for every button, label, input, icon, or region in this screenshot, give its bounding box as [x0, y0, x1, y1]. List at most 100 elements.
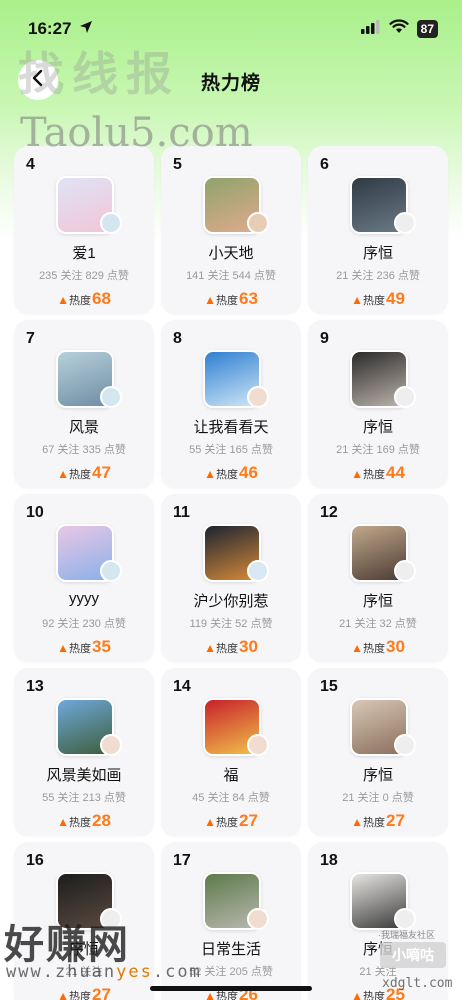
heat-value: 63 — [238, 289, 258, 308]
heat-label: 热度 — [362, 295, 385, 307]
ranking-card[interactable]: 5 小天地 141 关注 544 点赞 ▲热度63 — [161, 146, 301, 314]
location-arrow-icon — [78, 19, 94, 40]
ranking-grid: 4 爱1 235 关注 829 点赞 ▲热度68 5 小天地 141 关注 544 点赞 ▲热… — [14, 146, 448, 1000]
small-avatar-badge — [394, 734, 416, 756]
rank-number: 11 — [173, 504, 190, 521]
user-name: 日常生活 — [200, 941, 261, 958]
heat-score: ▲热度35 — [14, 637, 154, 657]
fire-icon: ▲ — [351, 293, 363, 307]
ranking-card[interactable]: 10 yyyy 92 关注 230 点赞 ▲热度35 — [14, 494, 154, 662]
heat-label: 热度 — [215, 643, 238, 655]
watermark-url: xdglt.com — [382, 976, 453, 991]
ranking-card[interactable]: 14 福 45 关注 84 点赞 ▲热度27 — [161, 668, 301, 836]
heat-value: 27 — [385, 811, 405, 830]
ranking-card[interactable]: 4 爱1 235 关注 829 点赞 ▲热度68 — [14, 146, 154, 314]
home-indicator[interactable] — [150, 986, 312, 991]
user-name: 风景 — [68, 419, 99, 436]
heat-label: 热度 — [215, 991, 238, 1000]
small-avatar-badge — [247, 386, 269, 408]
heat-value: 27 — [238, 811, 258, 830]
rank-number: 7 — [26, 330, 35, 347]
rank-number: 15 — [320, 678, 338, 695]
watermark-url-part: .com — [152, 962, 202, 982]
fire-icon: ▲ — [57, 989, 69, 1000]
small-avatar-badge — [394, 908, 416, 930]
rank-number: 10 — [26, 504, 44, 521]
heat-value: 44 — [385, 463, 405, 482]
ranking-card[interactable]: 9 序恒 21 关注 169 点赞 ▲热度44 — [308, 320, 448, 488]
user-name: 福 — [223, 767, 239, 784]
wifi-icon — [389, 19, 409, 39]
fire-icon: ▲ — [57, 293, 69, 307]
user-name: 爱1 — [72, 245, 96, 262]
rank-number: 6 — [320, 156, 329, 173]
watermark-url: www.zhuanyes.com — [6, 962, 202, 982]
user-name: 风景美如画 — [46, 767, 122, 784]
small-avatar-badge — [100, 734, 122, 756]
watermark-url-part: www.zhuan — [6, 962, 117, 982]
user-stats: 55 关注 213 点赞 — [42, 792, 126, 804]
user-name: yyyy — [69, 590, 99, 607]
fire-icon: ▲ — [351, 467, 363, 481]
heat-value: 30 — [385, 637, 405, 656]
user-stats: 21 关注 0 点赞 — [342, 792, 414, 804]
fire-icon: ▲ — [204, 293, 216, 307]
user-stats: 21 关注 32 点赞 — [339, 618, 417, 630]
user-stats: 119 关注 52 点赞 — [189, 618, 273, 630]
small-avatar-badge — [100, 386, 122, 408]
heat-value: 27 — [91, 985, 111, 1000]
rank-number: 9 — [320, 330, 329, 347]
rank-number: 13 — [26, 678, 44, 695]
heat-score: ▲热度27 — [308, 811, 448, 831]
watermark-text: Taolu5.com — [20, 110, 253, 156]
heat-score: ▲热度30 — [308, 637, 448, 657]
ranking-card[interactable]: 13 风景美如画 55 关注 213 点赞 ▲热度28 — [14, 668, 154, 836]
small-avatar-badge — [100, 560, 122, 582]
user-name: 序恒 — [362, 767, 393, 784]
ranking-card[interactable]: 15 序恒 21 关注 0 点赞 ▲热度27 — [308, 668, 448, 836]
fire-icon: ▲ — [204, 815, 216, 829]
rank-number: 5 — [173, 156, 182, 173]
ranking-card[interactable]: 8 让我看看天 55 关注 165 点赞 ▲热度46 — [161, 320, 301, 488]
small-avatar-badge — [247, 734, 269, 756]
user-stats: 235 关注 829 点赞 — [39, 270, 129, 282]
heat-label: 热度 — [215, 469, 238, 481]
user-stats: 21 关注 169 点赞 — [336, 444, 420, 456]
fire-icon: ▲ — [351, 989, 363, 1000]
heat-value: 30 — [238, 637, 258, 656]
small-avatar-badge — [394, 212, 416, 234]
heat-label: 热度 — [362, 991, 385, 1000]
heat-value: 35 — [91, 637, 111, 656]
watermark-badge: 小嘀咕 — [380, 942, 446, 968]
heat-label: 热度 — [362, 817, 385, 829]
user-name: 让我看看天 — [193, 419, 269, 436]
heat-label: 热度 — [215, 295, 238, 307]
watermark-text: 找线报 — [18, 47, 180, 101]
rank-number: 14 — [173, 678, 191, 695]
small-avatar-badge — [247, 908, 269, 930]
battery-indicator: 87 — [416, 20, 438, 38]
heat-label: 热度 — [68, 991, 91, 1000]
fire-icon: ▲ — [57, 815, 69, 829]
heat-label: 热度 — [362, 469, 385, 481]
rank-number: 12 — [320, 504, 338, 521]
fire-icon: ▲ — [351, 815, 363, 829]
heat-label: 热度 — [68, 643, 91, 655]
ranking-card[interactable]: 11 沪少你别惹 119 关注 52 点赞 ▲热度30 — [161, 494, 301, 662]
ranking-card[interactable]: 6 序恒 21 关注 236 点赞 ▲热度49 — [308, 146, 448, 314]
ranking-card[interactable]: 12 序恒 21 关注 32 点赞 ▲热度30 — [308, 494, 448, 662]
heat-label: 热度 — [68, 469, 91, 481]
heat-score: ▲热度30 — [161, 637, 301, 657]
heat-label: 热度 — [68, 295, 91, 307]
ranking-card[interactable]: 7 风景 67 关注 335 点赞 ▲热度47 — [14, 320, 154, 488]
user-stats: 55 关注 165 点赞 — [189, 444, 273, 456]
heat-value: 68 — [91, 289, 111, 308]
heat-score: ▲热度49 — [308, 289, 448, 309]
rank-number: 4 — [26, 156, 35, 173]
status-time: 16:27 — [28, 19, 72, 38]
user-stats: 67 关注 335 点赞 — [42, 444, 126, 456]
user-name: 序恒 — [362, 245, 393, 262]
heat-score: ▲热度44 — [308, 463, 448, 483]
rank-number: 16 — [26, 852, 44, 869]
fire-icon: ▲ — [351, 641, 363, 655]
